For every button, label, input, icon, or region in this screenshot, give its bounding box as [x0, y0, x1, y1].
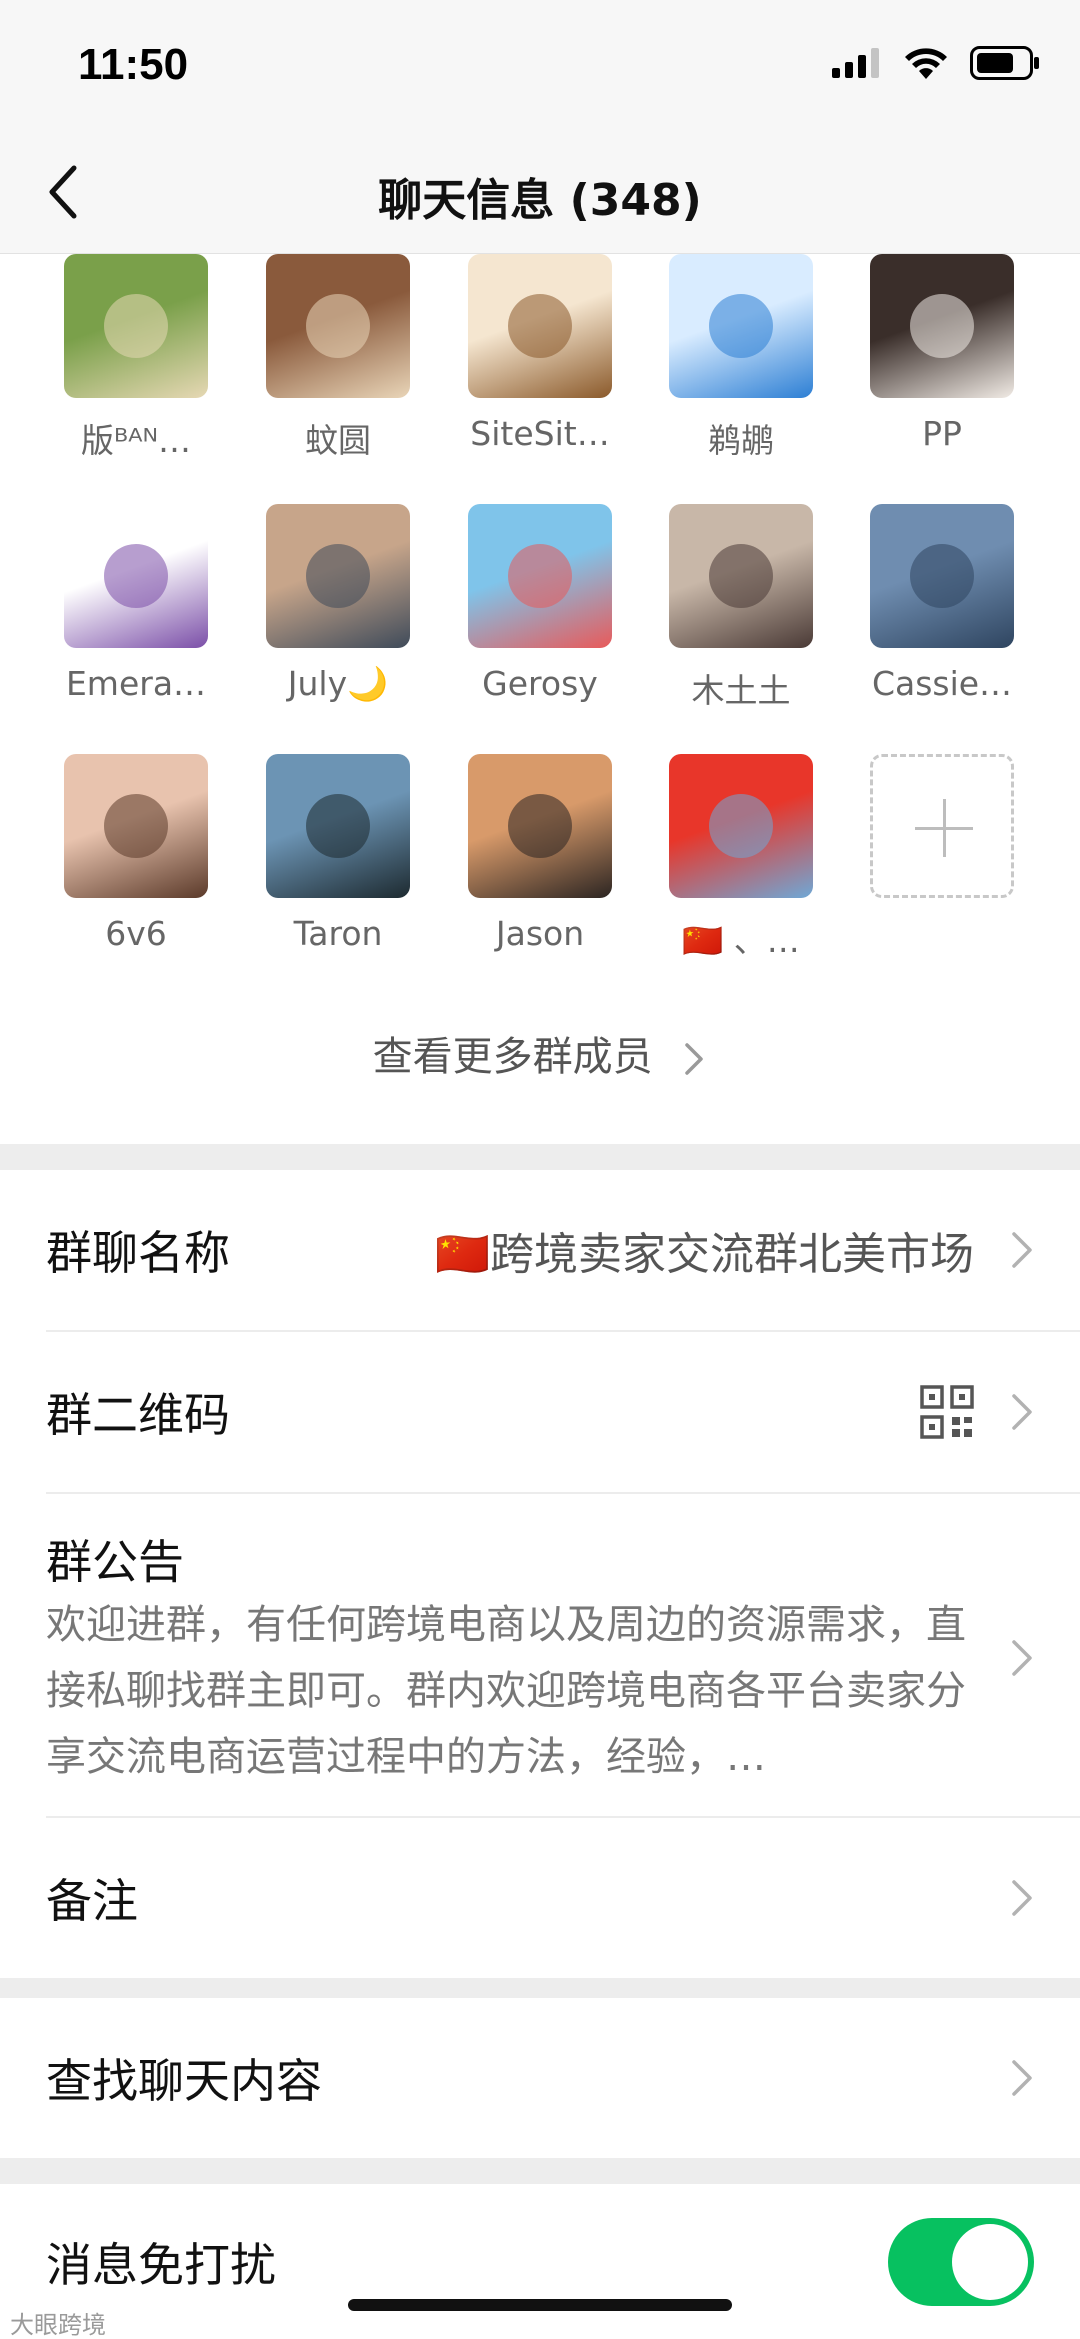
- member-name: 🇨🇳 、…: [682, 921, 800, 960]
- mute-toggle[interactable]: [888, 2217, 1034, 2306]
- member-avatar: [669, 504, 813, 648]
- group-qr-cell[interactable]: 群二维码: [0, 1332, 1080, 1492]
- avatar-figure: [104, 544, 168, 608]
- member-item[interactable]: PP: [842, 254, 1042, 453]
- member-item[interactable]: SiteSit…: [440, 254, 640, 453]
- member-item[interactable]: Jason: [440, 754, 640, 953]
- member-item[interactable]: Cassie…: [842, 504, 1042, 703]
- member-grid: 版ᴮᴬᴺ… 蚊圆 SiteSit… 鹈鹕 PP Emera… July🌙 Gerosy 木土土 C…: [0, 254, 1080, 1144]
- plus-icon: [870, 754, 1014, 898]
- group-notice-text: 欢迎进群，有任何跨境电商以及周边的资源需求，直接私聊找群主即可。群内欢迎跨境电商…: [46, 1602, 966, 1780]
- page-title: 聊天信息 (348): [378, 175, 702, 226]
- view-more-members-link[interactable]: 查看更多群成员: [0, 1024, 1080, 1082]
- remark-label: 备注: [46, 1874, 138, 1928]
- member-name: 鹈鹕: [708, 421, 774, 460]
- member-item[interactable]: 🇨🇳 、…: [641, 754, 841, 962]
- member-item[interactable]: 版ᴮᴬᴺ…: [36, 254, 236, 462]
- chevron-right-icon: [1012, 2060, 1032, 2096]
- member-name: July🌙: [287, 664, 389, 703]
- member-avatar: [669, 254, 813, 398]
- member-avatar: [468, 254, 612, 398]
- search-section: 查找聊天内容: [0, 1998, 1080, 2158]
- member-avatar: [64, 504, 208, 648]
- member-name: 蚊圆: [305, 421, 371, 460]
- nav-bar: 聊天信息 (348): [0, 130, 1080, 254]
- avatar-figure: [709, 794, 773, 858]
- avatar-figure: [709, 294, 773, 358]
- member-avatar: [468, 504, 612, 648]
- status-bar: 11:50: [0, 0, 1080, 130]
- avatar-figure: [104, 294, 168, 358]
- member-avatar: [870, 254, 1014, 398]
- member-name: Taron: [293, 914, 383, 953]
- battery-icon: [970, 46, 1039, 80]
- chevron-right-icon: [685, 1043, 704, 1075]
- group-settings-section: 群聊名称 🇨🇳跨境卖家交流群北美市场 群二维码 群公告 欢迎进群，有任何跨境电商…: [0, 1170, 1080, 1978]
- member-name: SiteSit…: [470, 414, 610, 453]
- avatar-figure: [508, 544, 572, 608]
- search-chat-cell[interactable]: 查找聊天内容: [0, 1998, 1080, 2158]
- member-item[interactable]: Taron: [238, 754, 438, 953]
- member-item[interactable]: 蚊圆: [238, 254, 438, 462]
- status-icons: [832, 46, 1040, 80]
- remark-cell[interactable]: 备注: [0, 1818, 1080, 1978]
- member-name: PP: [922, 414, 962, 453]
- member-avatar: [64, 754, 208, 898]
- avatar-figure: [104, 794, 168, 858]
- member-item[interactable]: 木土土: [641, 504, 841, 712]
- member-name: Cassie…: [871, 664, 1013, 703]
- group-name-cell[interactable]: 群聊名称 🇨🇳跨境卖家交流群北美市场: [0, 1170, 1080, 1330]
- avatar-figure: [306, 294, 370, 358]
- member-item[interactable]: 鹈鹕: [641, 254, 841, 462]
- group-notice-cell[interactable]: 群公告 欢迎进群，有任何跨境电商以及周边的资源需求，直接私聊找群主即可。群内欢迎…: [0, 1494, 1080, 1816]
- avatar-figure: [910, 544, 974, 608]
- member-avatar: [64, 254, 208, 398]
- wifi-icon: [905, 48, 947, 79]
- member-name: Jason: [495, 914, 585, 953]
- avatar-figure: [709, 544, 773, 608]
- signal-icon: [832, 48, 879, 78]
- member-avatar: [266, 254, 410, 398]
- search-chat-label: 查找聊天内容: [46, 2054, 322, 2108]
- status-time: 11:50: [78, 40, 189, 89]
- avatar-figure: [508, 294, 572, 358]
- chevron-right-icon: [1012, 1640, 1032, 1676]
- chevron-right-icon: [1012, 1232, 1032, 1268]
- member-item[interactable]: 6v6: [36, 754, 236, 953]
- avatar-figure: [910, 294, 974, 358]
- member-name: 版ᴮᴬᴺ…: [80, 421, 192, 460]
- member-avatar: [468, 754, 612, 898]
- member-name: 木土土: [691, 671, 791, 710]
- chevron-right-icon: [1012, 1394, 1032, 1430]
- mute-section: 消息免打扰: [0, 2184, 1080, 2339]
- mute-cell: 消息免打扰: [0, 2184, 1080, 2339]
- group-notice-title: 群公告: [46, 1535, 184, 1589]
- member-avatar: [266, 504, 410, 648]
- group-qr-label: 群二维码: [46, 1388, 230, 1442]
- member-avatar: [266, 754, 410, 898]
- mute-label: 消息免打扰: [46, 2237, 276, 2292]
- member-name: Emera…: [65, 664, 207, 703]
- member-name: Gerosy: [482, 664, 598, 703]
- qr-code-icon: [920, 1385, 974, 1439]
- member-name: 6v6: [105, 914, 167, 953]
- view-more-members-label: 查看更多群成员: [372, 1034, 653, 1080]
- member-avatar: [669, 754, 813, 898]
- chevron-right-icon: [1012, 1880, 1032, 1916]
- member-item[interactable]: Emera…: [36, 504, 236, 703]
- member-item[interactable]: July🌙: [238, 504, 438, 704]
- member-avatar: [870, 504, 1014, 648]
- home-indicator[interactable]: [348, 2299, 732, 2311]
- avatar-figure: [306, 544, 370, 608]
- group-name-value: 🇨🇳跨境卖家交流群北美市场: [435, 1229, 974, 1280]
- avatar-figure: [508, 794, 572, 858]
- watermark: 大眼跨境: [10, 2311, 106, 2339]
- toggle-knob: [952, 2223, 1028, 2300]
- member-item[interactable]: Gerosy: [440, 504, 640, 703]
- avatar-figure: [306, 794, 370, 858]
- add-member-button[interactable]: [842, 754, 1042, 898]
- group-name-label: 群聊名称: [46, 1226, 230, 1280]
